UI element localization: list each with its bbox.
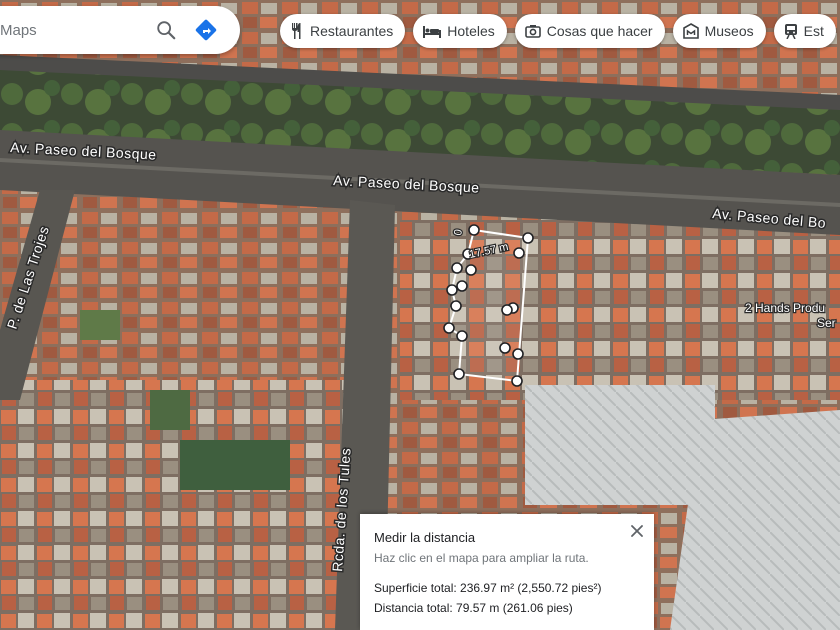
- measure-total-area: Superficie total: 236.97 m² (2,550.72 pi…: [374, 581, 602, 595]
- chip-label: Restaurantes: [310, 23, 394, 39]
- measure-vertex-handle[interactable]: [453, 368, 465, 380]
- museum-icon: [682, 23, 699, 39]
- chip-cosas-que-hacer[interactable]: Cosas que hacer: [514, 14, 665, 48]
- measure-vertex-handle[interactable]: [450, 300, 462, 312]
- measure-vertex-handle[interactable]: [513, 247, 525, 259]
- measure-vertex-handle[interactable]: [512, 348, 524, 360]
- category-chips: Restaurantes Hoteles Cosas que hacer Mus…: [280, 14, 836, 48]
- map-canvas[interactable]: Av. Paseo del Bosque Av. Paseo del Bosqu…: [0, 0, 840, 630]
- poi-label-line2[interactable]: Ser: [816, 315, 837, 332]
- measure-vertex-handle[interactable]: [499, 342, 511, 354]
- poi-label-line1[interactable]: 2 Hands Produ: [744, 300, 827, 317]
- chip-label: Museos: [704, 23, 754, 39]
- measure-vertex-handle[interactable]: [511, 375, 523, 387]
- close-icon[interactable]: [628, 522, 646, 540]
- chip-label: Cosas que hacer: [546, 23, 653, 39]
- chip-estaciones[interactable]: Est: [773, 14, 836, 48]
- measure-vertex-handle[interactable]: [451, 262, 463, 274]
- measure-distance-panel: Medir la distancia Haz clic en el mapa p…: [360, 514, 654, 630]
- measure-vertex-handle[interactable]: [522, 232, 534, 244]
- measure-vertex-handle[interactable]: [501, 304, 513, 316]
- measure-total-distance: Distancia total: 79.57 m (261.06 pies): [374, 601, 573, 615]
- chip-hoteles[interactable]: Hoteles: [413, 14, 507, 48]
- measure-vertex-handle[interactable]: [468, 224, 480, 236]
- chip-restaurantes[interactable]: Restaurantes: [280, 14, 406, 48]
- measure-vertex-handle[interactable]: [456, 280, 468, 292]
- chip-label: Hoteles: [447, 23, 495, 39]
- measure-hint: Haz clic en el mapa para ampliar la ruta…: [374, 551, 589, 565]
- chip-label: Est: [803, 23, 824, 39]
- measure-vertex-handle[interactable]: [456, 330, 468, 342]
- measure-vertex-handle[interactable]: [465, 264, 477, 276]
- directions-icon[interactable]: [186, 10, 226, 50]
- bed-icon: [423, 24, 442, 38]
- chip-museos[interactable]: Museos: [672, 14, 766, 48]
- search-box: [0, 6, 240, 54]
- search-icon[interactable]: [146, 10, 186, 50]
- measure-title: Medir la distancia: [374, 530, 476, 545]
- search-input[interactable]: [0, 20, 142, 40]
- fork-knife-icon: [290, 23, 304, 39]
- camera-icon: [524, 24, 541, 38]
- measure-vertex-handle[interactable]: [446, 284, 458, 296]
- measure-vertex-handle[interactable]: [443, 322, 455, 334]
- train-icon: [784, 23, 798, 39]
